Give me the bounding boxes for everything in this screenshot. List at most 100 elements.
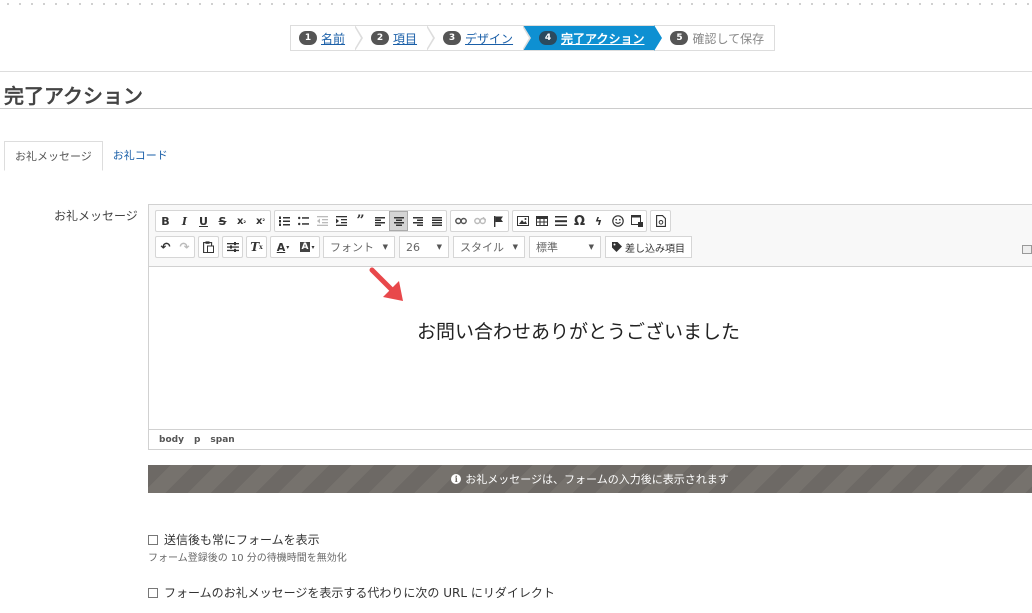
step-number: 5 [670,31,689,45]
clear-format-icon[interactable]: Tx [247,237,266,257]
toolbar-group-insert: Ω ϟ [512,210,647,232]
editor-content-area[interactable]: お問い合わせありがとうございました [149,267,1032,429]
chevron-right-icon [653,25,663,51]
smiley-icon[interactable] [608,211,627,231]
divider [0,108,1032,109]
font-size-select[interactable]: 26 ▼ [399,236,449,258]
bold-button[interactable]: B [156,211,175,231]
redirect-label: フォームのお礼メッセージを表示する代わりに次の URL にリダイレクト [164,586,555,600]
always-show-form-label: 送信後も常にフォームを表示 [164,533,320,547]
format-select[interactable]: 標準 ▼ [529,236,601,258]
chevron-down-icon: ▼ [436,243,442,251]
field-label: お礼メッセージ [54,209,138,223]
chevron-down-icon: ▼ [588,243,594,251]
wizard-step-confirm-save[interactable]: 5 確認して保存 [654,26,775,50]
path-item[interactable]: p [194,435,200,445]
anchor-flag-icon[interactable] [489,211,508,231]
rich-text-editor: B I U S x₂ x² ” Ω ϟ ↶ ↷ T x A ▾ A ▾ フォント… [148,204,1032,450]
toolbar-group-basic-styles: B I U S x₂ x² [155,210,271,232]
tab-thank-you-message[interactable]: お礼メッセージ [4,141,103,171]
bulleted-list-icon[interactable] [294,211,313,231]
insert-field-button[interactable]: 差し込み項目 [605,236,692,258]
horizontal-rule-icon[interactable] [551,211,570,231]
toolbar-group-paste-options [222,236,243,258]
toolbar-group-source [650,210,671,232]
undo-icon[interactable]: ↶ [156,237,175,257]
insert-field-label: 差し込み項目 [625,243,685,255]
unlink-icon[interactable] [470,211,489,231]
page-title: 完了アクション [4,84,143,108]
chevron-down-icon: ▼ [382,243,388,251]
blockquote-icon[interactable]: ” [351,211,370,231]
font-select-value: フォント [330,241,374,254]
font-select[interactable]: フォント ▼ [323,236,395,258]
style-select[interactable]: スタイル ▼ [453,236,525,258]
wizard-step-completion-action[interactable]: 4 完了アクション [523,25,663,51]
wizard-steps: 1 名前 2 項目 3 デザイン 4 完了アクション 5 確認して保存 [290,25,776,51]
toolbar-group-clear: Tx [246,236,267,258]
redirect-option[interactable]: フォームのお礼メッセージを表示する代わりに次の URL にリダイレクト [148,584,555,601]
subscript-button[interactable]: x₂ [232,211,251,231]
toolbar-group-links [450,210,509,232]
align-left-icon[interactable] [370,211,389,231]
flash-icon[interactable]: ϟ [589,211,608,231]
toolbar-group-clipboard [198,236,219,258]
text-color-icon[interactable]: A ▾ [271,237,295,257]
align-right-icon[interactable] [408,211,427,231]
redo-icon[interactable]: ↷ [175,237,194,257]
step-label: デザイン [465,31,514,46]
thank-you-message-text: お問い合わせありがとうございました [417,321,741,343]
element-path-bar: body p span [149,429,1032,449]
editor-toolbar: B I U S x₂ x² ” Ω ϟ ↶ ↷ T x A ▾ A ▾ フォント… [149,205,1032,267]
format-select-value: 標準 [536,241,558,254]
always-show-form-hint: フォーム登録後の 10 分の待機時間を無効化 [148,553,347,564]
style-select-value: スタイル [460,241,504,254]
special-character-icon[interactable]: Ω [570,211,589,231]
paste-icon[interactable] [199,237,218,257]
arrow-annotation-icon [369,267,403,301]
toolbar-group-paragraph: ” [274,210,447,232]
wizard-step-name[interactable]: 1 名前 [291,25,364,51]
top-dotted-border [0,0,1032,8]
redirect-checkbox[interactable] [148,587,158,598]
step-number: 3 [443,31,462,45]
align-center-icon[interactable] [389,211,408,231]
path-item[interactable]: span [210,435,234,445]
toolbar-row-1: B I U S x₂ x² ” Ω ϟ [155,210,674,232]
outdent-icon[interactable] [313,211,332,231]
tab-bar: お礼メッセージ お礼コード [4,141,178,171]
background-color-icon[interactable]: A ▾ [295,237,319,257]
indent-icon[interactable] [332,211,351,231]
sliders-icon[interactable] [223,237,242,257]
step-label: 項目 [393,31,418,46]
step-label: 名前 [321,31,346,46]
link-icon[interactable] [451,211,470,231]
source-file-icon[interactable] [651,211,670,231]
always-show-form-checkbox[interactable] [148,534,158,545]
underline-button[interactable]: U [194,211,213,231]
align-justify-icon[interactable] [427,211,446,231]
tab-thank-you-code[interactable]: お礼コード [103,141,178,171]
image-icon[interactable] [513,211,532,231]
info-banner: i お礼メッセージは、フォームの入力後に表示されます [148,465,1032,493]
tag-icon [612,242,622,252]
chevron-right-icon [522,25,532,51]
always-show-form-option[interactable]: 送信後も常にフォームを表示 [148,531,320,548]
numbered-list-icon[interactable] [275,211,294,231]
info-icon: i [451,474,462,484]
maximize-icon[interactable] [1022,245,1032,254]
iframe-icon[interactable] [627,211,646,231]
wizard-step-design[interactable]: 3 デザイン [427,25,532,51]
path-item[interactable]: body [159,435,184,445]
step-number: 4 [539,31,558,45]
step-label: 確認して保存 [692,31,765,46]
superscript-button[interactable]: x² [251,211,270,231]
wizard-step-fields[interactable]: 2 項目 [355,25,436,51]
strikethrough-button[interactable]: S [213,211,232,231]
table-icon[interactable] [532,211,551,231]
toolbar-row-2: ↶ ↷ Tx A ▾ A ▾ フォント ▼ 26 ▼ スタイル ▼ 標準 ▼ 差… [155,236,692,258]
italic-button[interactable]: I [175,211,194,231]
step-number: 1 [299,31,317,45]
chevron-down-icon: ▼ [512,243,518,251]
step-number: 2 [371,31,390,45]
